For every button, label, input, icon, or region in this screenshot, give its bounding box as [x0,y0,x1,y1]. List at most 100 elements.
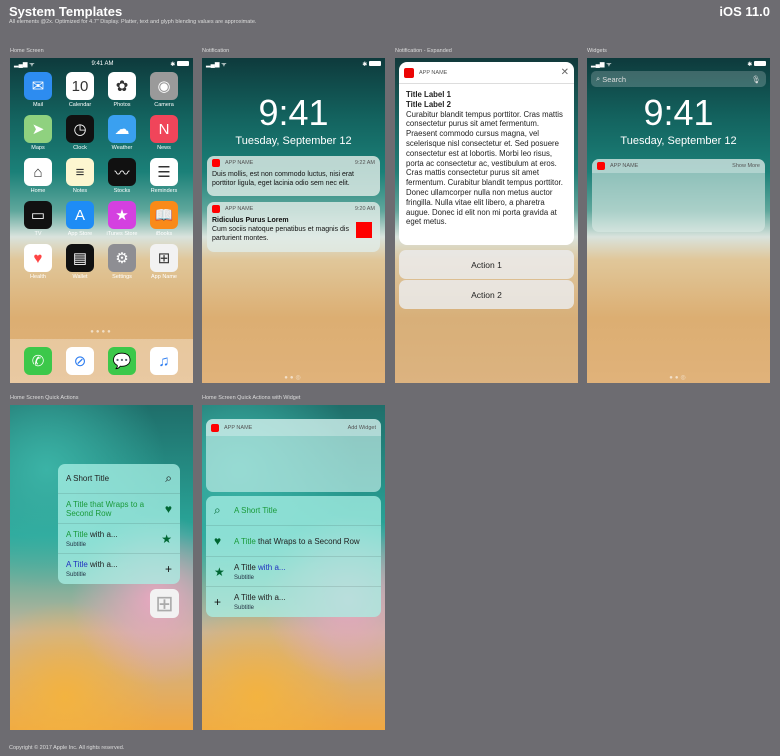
app-ibooks[interactable]: 📖 iBooks [150,201,178,237]
app-name: APP NAME [225,206,254,212]
app-stocks[interactable]: 〰 Stocks [108,158,136,194]
app-store-icon: A [66,201,94,229]
app-wallet[interactable]: ▤ Wallet [66,244,94,280]
app-health[interactable]: ♥ Health [24,244,52,280]
app-grid-icon[interactable]: ⊞ [150,589,179,618]
battery-icon: ✱ [170,60,189,68]
section-label: Home Screen [10,48,44,54]
lock-screen: ▂▄▆ ᯤ ✱ 9:41 Tuesday, September 12 APP NA… [202,58,385,383]
app-label: Health [30,274,46,280]
notification[interactable]: APP NAME 9:20 AM Ridiculus Purus Lorem Cum… [207,202,380,252]
app-label: Photos [113,102,131,108]
quick-action-item[interactable]: A Title with a... Subtitle ★ [58,524,180,554]
tv-icon: ▭ [24,201,52,229]
app-label: Reminders [150,188,178,194]
app-name: APP NAME [419,69,448,76]
wallet-icon: ▤ [66,244,94,272]
weather-icon: ☁ [108,115,136,143]
copyright: Copyright © 2017 Apple Inc. All rights r… [9,745,125,751]
add-widget-button[interactable]: Add Widget [348,425,376,431]
app-itunes-store[interactable]: ★ iTunes Store [107,201,137,237]
action-title: A Short Title [66,474,110,483]
search-input[interactable]: ⌕ Search 🎙 [591,71,766,87]
app-weather[interactable]: ☁ Weather [108,115,136,151]
reminders-icon: ☰ [150,158,178,186]
dock-messages[interactable]: 💬 [108,347,136,375]
action-1-button[interactable]: Action 1 [399,250,574,279]
app-clock[interactable]: ◷ Clock [66,115,94,151]
show-more-button[interactable]: Show More [732,163,760,169]
phone-icon: ✆ [24,347,52,375]
app-icon [212,205,220,213]
microphone-icon[interactable]: 🎙 [751,75,761,84]
heart-icon: ♥ [214,534,222,548]
app-news[interactable]: N News [150,115,178,151]
notes-icon: ≡ [66,158,94,186]
app-reminders[interactable]: ☰ Reminders [150,158,178,194]
ios-version: iOS 11.0 [719,4,770,19]
app-label: News [157,145,171,151]
close-icon[interactable]: ✕ [561,67,569,78]
app-notes[interactable]: ≡ Notes [66,158,94,194]
notification-body: Duis mollis, est non commodo luctus, nis… [212,171,354,187]
app-home[interactable]: ⌂ Home [24,158,52,194]
app-name: APP NAME [225,160,254,166]
app-label: Home [30,188,46,194]
quick-action-item[interactable]: ♥ A Title that Wraps to a Second Row [206,526,381,557]
app-label: TV [34,231,42,237]
notification-time: 9:20 AM [354,206,375,212]
app-tv[interactable]: ▭ TV [24,201,52,237]
quick-action-item[interactable]: + A Title with a... Subtitle [206,587,381,617]
app-calendar[interactable]: 10 Calendar [66,72,94,108]
app-settings[interactable]: ⚙ Settings [108,244,136,280]
plus-icon: + [214,595,222,609]
dock-phone[interactable]: ✆ [24,347,52,375]
ibooks-icon: 📖 [150,201,178,229]
section-label: Widgets [587,48,607,54]
app-label: iBooks [155,231,173,237]
notification[interactable]: APP NAME 9:22 AM Duis mollis, est non com… [207,156,380,196]
quick-action-item[interactable]: A Title that Wraps to a Second Row ♥ [58,494,180,524]
heart-icon: ♥ [164,501,172,516]
app-app-grid[interactable]: ⊞ App Name [150,244,178,280]
search-icon: ⌕ [165,471,172,485]
plus-icon: + [164,562,172,576]
notification-title: Ridiculus Purus Lorem [212,217,289,224]
signal-icon: ▂▄▆ ᯤ [14,62,35,68]
app-label: iTunes Store [106,231,138,237]
app-name: APP NAME [610,163,639,169]
lock-time: 9:41 [258,92,329,133]
app-name: APP NAME [224,424,253,431]
search-icon: ⌕ [214,503,221,517]
app-maps[interactable]: ➤ Maps [24,115,52,151]
app-photos[interactable]: ✿ Photos [108,72,136,108]
dock-safari[interactable]: ⊘ [66,347,94,375]
page-indicator: ●●◎ [669,375,688,381]
photos-icon: ✿ [108,72,136,100]
app-app-store[interactable]: A App Store [66,201,94,237]
notification-time: 9:22 AM [354,160,375,166]
notification-expanded-screen: APP NAME ✕ Title Label 1 Title Label 2 Cu… [395,58,578,383]
quick-action-item[interactable]: ★ A Title with a... Subtitle [206,557,381,587]
dock-music[interactable]: ♫ [150,347,178,375]
itunes-store-icon: ★ [108,201,136,229]
app-label: Wallet [72,274,88,280]
page-indicator: ●●●● [90,329,113,335]
safari-icon: ⊘ [66,347,94,375]
notification-thumbnail [356,222,372,238]
calendar-icon: 10 [66,72,94,100]
app-label: App Store [67,231,93,237]
expanded-notification: APP NAME ✕ Title Label 1 Title Label 2 Cu… [399,62,574,245]
action-2-button[interactable]: Action 2 [399,280,574,309]
quick-action-item[interactable]: ⌕ A Short Title [206,496,381,526]
app-camera[interactable]: ◉ Camera [150,72,178,108]
quick-action-item[interactable]: A Short Title ⌕ [58,464,180,494]
app-mail[interactable]: ✉ Mail [24,72,52,108]
app-label: Notes [72,188,88,194]
expanded-body: Curabitur blandit tempus porttitor. Cras… [406,109,563,227]
status-bar: ▂▄▆ ᯤ 9:41 AM ✱ [14,60,189,68]
quick-action-item[interactable]: A Title with a... Subtitle + [58,554,180,584]
messages-icon: 💬 [108,347,136,375]
maps-icon: ➤ [24,115,52,143]
widget: APP NAME Add Widget [206,419,381,492]
